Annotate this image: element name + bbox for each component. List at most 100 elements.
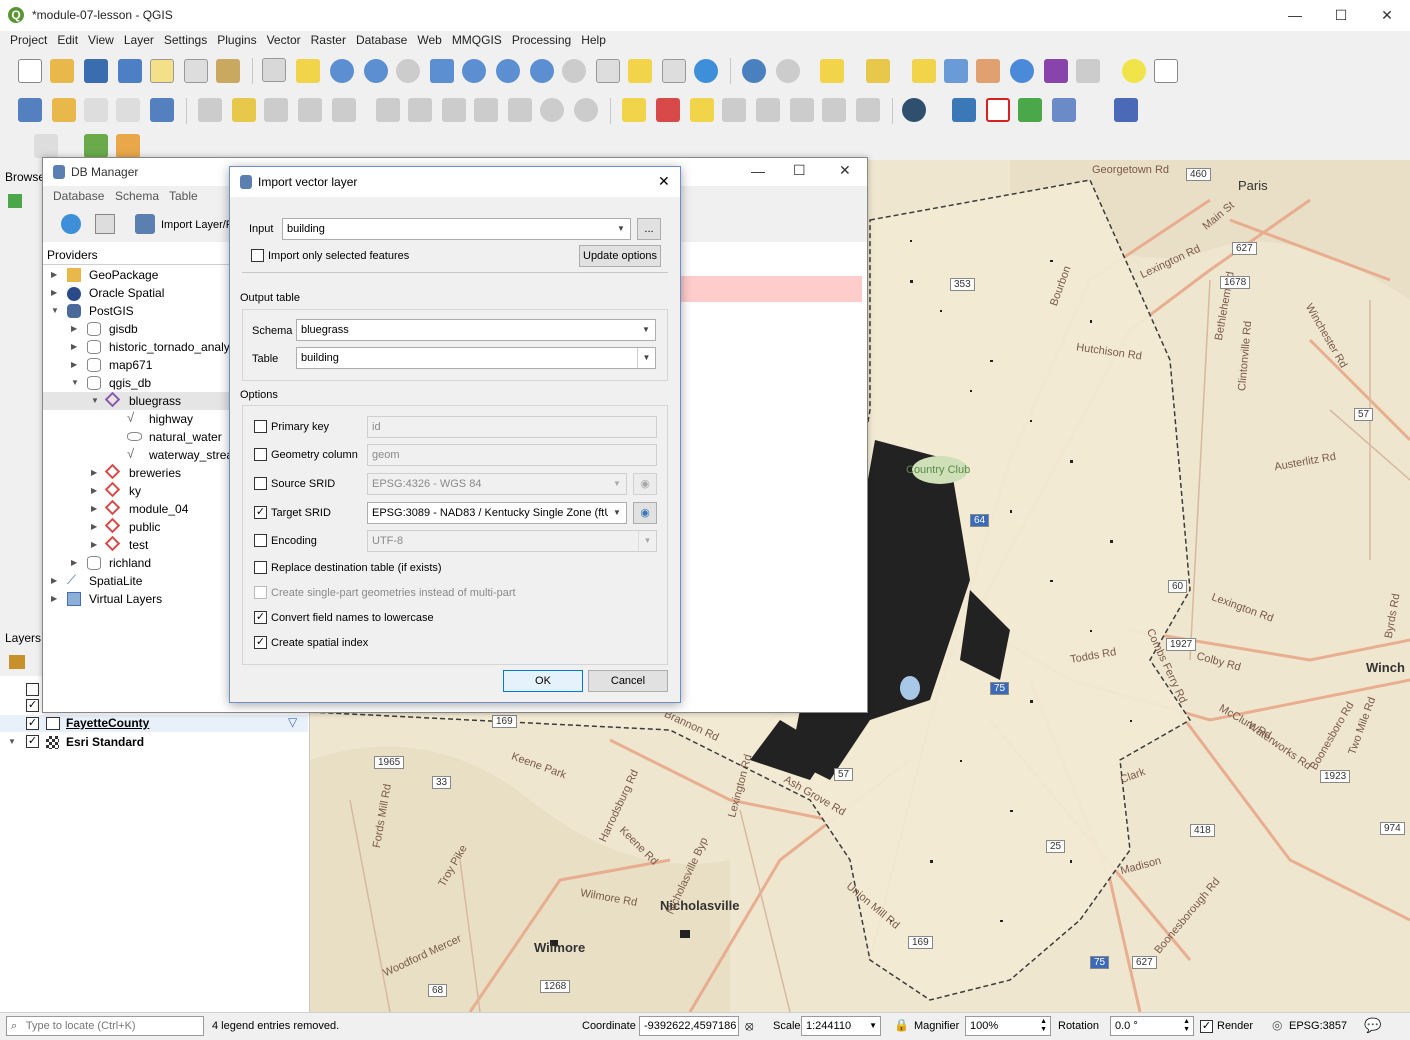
plugin-a-icon[interactable]: [84, 134, 108, 158]
tree-item-qgis-db[interactable]: ▼ qgis_db: [43, 374, 231, 392]
pan-to-selection-icon[interactable]: [296, 59, 320, 83]
layout-manager-icon[interactable]: [184, 59, 208, 83]
bookmark-icon[interactable]: [662, 59, 686, 83]
temporal-controller-icon[interactable]: [628, 59, 652, 83]
maximize-button[interactable]: ☐: [1318, 0, 1364, 31]
save-edits-icon[interactable]: [264, 98, 288, 122]
vertex-tool-icon[interactable]: [332, 98, 356, 122]
update-options-button[interactable]: Update options: [579, 245, 661, 267]
deselect-icon[interactable]: [912, 59, 936, 83]
ok-button[interactable]: OK: [503, 670, 583, 692]
move-label-icon[interactable]: [756, 98, 780, 122]
tree-item-virtual-layers[interactable]: ▶ Virtual Layers: [43, 590, 231, 608]
help-icon[interactable]: [1114, 98, 1138, 122]
layer-row-fayettecounty[interactable]: ✓ FayetteCounty ▽: [0, 715, 308, 732]
menu-project[interactable]: Project: [5, 31, 52, 47]
data-source-manager-icon[interactable]: [18, 98, 42, 122]
encoding-checkbox[interactable]: [254, 534, 267, 547]
style-layer-icon[interactable]: [9, 655, 25, 669]
menu-raster[interactable]: Raster: [306, 31, 351, 47]
save-project-icon[interactable]: [84, 59, 108, 83]
browse-button[interactable]: ...: [637, 218, 661, 240]
pin-labels-icon[interactable]: [690, 98, 714, 122]
add-selected-icon[interactable]: [8, 194, 22, 208]
menu-mmqgis[interactable]: MMQGIS: [447, 31, 507, 47]
zoom-native-icon[interactable]: [396, 59, 420, 83]
style-manager-icon[interactable]: [216, 59, 240, 83]
cancel-button[interactable]: Cancel: [588, 670, 668, 692]
crs-button[interactable]: EPSG:3857: [1289, 1020, 1347, 1032]
lock-scale-icon[interactable]: 🔒: [894, 1018, 909, 1032]
sql-window-icon[interactable]: [95, 214, 115, 234]
diagram-tool-icon[interactable]: [656, 98, 680, 122]
attribute-table-icon[interactable]: [944, 59, 968, 83]
menu-web[interactable]: Web: [412, 31, 446, 47]
lowercase-fields-checkbox[interactable]: ✓: [254, 611, 267, 624]
new-project-icon[interactable]: [18, 59, 42, 83]
pan-hand-icon[interactable]: [262, 58, 286, 82]
layer-row-esri-standard[interactable]: ▼ ✓ Esri Standard: [0, 733, 308, 751]
label-properties-icon[interactable]: [856, 98, 880, 122]
zoom-next-icon[interactable]: [562, 59, 586, 83]
label-tool-icon[interactable]: [622, 98, 646, 122]
extents-toggle-icon[interactable]: ⦻: [745, 1018, 754, 1034]
menu-help[interactable]: Help: [576, 31, 611, 47]
cut-features-icon[interactable]: [442, 98, 466, 122]
measure-icon[interactable]: [1076, 59, 1100, 83]
tree-item-bluegrass[interactable]: ▼ bluegrass: [43, 391, 231, 410]
tree-item-map671[interactable]: ▶ map671: [43, 356, 231, 374]
python-console-icon[interactable]: [952, 98, 976, 122]
layer-checkbox[interactable]: [26, 683, 39, 696]
undo-icon[interactable]: [540, 98, 564, 122]
zoom-last-icon[interactable]: [530, 59, 554, 83]
select-by-value-icon[interactable]: [866, 59, 890, 83]
rotate-label-icon[interactable]: [790, 98, 814, 122]
db-close-button[interactable]: ✕: [839, 162, 851, 179]
import-layer-button[interactable]: Import Layer/F: [161, 219, 233, 231]
primary-key-field[interactable]: id: [367, 416, 657, 438]
add-feature-icon[interactable]: [298, 98, 322, 122]
menu-vector[interactable]: Vector: [262, 31, 306, 47]
digitizing-icon[interactable]: [34, 134, 58, 158]
close-button[interactable]: ✕: [1364, 0, 1410, 31]
layer-checkbox[interactable]: ✓: [26, 699, 39, 712]
processing-toolbox-icon[interactable]: [1010, 59, 1034, 83]
minimize-button[interactable]: —: [1272, 0, 1318, 31]
source-crs-selector-button[interactable]: ◉: [633, 473, 657, 495]
redo-icon[interactable]: [574, 98, 598, 122]
encoding-combo[interactable]: UTF-8 ▼: [367, 530, 657, 552]
layer-visible-checkbox[interactable]: ✓: [26, 735, 39, 748]
single-part-checkbox[interactable]: [254, 586, 267, 599]
scale-combo[interactable]: 1:244110 ▼: [801, 1016, 881, 1036]
new-shapefile-icon[interactable]: [84, 98, 108, 122]
add-layer-plugin-icon[interactable]: [1052, 98, 1076, 122]
tree-item-test[interactable]: ▶ test: [43, 535, 231, 554]
save-as-icon[interactable]: [118, 59, 142, 83]
source-srid-combo[interactable]: EPSG:4326 - WGS 84 ▼: [367, 473, 627, 495]
schema-combo[interactable]: bluegrass ▼: [296, 319, 656, 341]
geometry-column-checkbox[interactable]: [254, 448, 267, 461]
show-hide-labels-icon[interactable]: [722, 98, 746, 122]
db-maximize-button[interactable]: ☐: [793, 162, 806, 179]
menu-settings[interactable]: Settings: [159, 31, 212, 47]
zoom-out-icon[interactable]: [364, 59, 388, 83]
tree-item-richland[interactable]: ▶ richland: [43, 554, 231, 572]
geometry-column-field[interactable]: geom: [367, 444, 657, 466]
tree-item-module-04[interactable]: ▶ module_04: [43, 499, 231, 518]
tree-item-waterway[interactable]: √ waterway_strea: [43, 446, 231, 464]
map-tips-icon[interactable]: [1122, 59, 1146, 83]
target-srid-checkbox[interactable]: ✓: [254, 506, 267, 519]
magnifier-spinbox[interactable]: 100% ▲ ▼: [965, 1016, 1051, 1036]
locator-search-input[interactable]: ⌕ Type to locate (Ctrl+K): [6, 1016, 204, 1036]
tree-item-spatialite[interactable]: ▶ ⟋ SpatiaLite: [43, 572, 231, 590]
tree-item-highway[interactable]: √ highway: [43, 410, 231, 428]
replace-table-checkbox[interactable]: [254, 561, 267, 574]
target-crs-selector-button[interactable]: ◉: [633, 502, 657, 524]
messages-icon[interactable]: 💬: [1364, 1017, 1381, 1034]
zoom-in-icon[interactable]: [330, 59, 354, 83]
menu-database[interactable]: Database: [351, 31, 412, 47]
network-plugin-icon[interactable]: [902, 98, 926, 122]
input-layer-combo[interactable]: building ▼: [282, 218, 631, 240]
new-virtual-layer-icon[interactable]: [150, 98, 174, 122]
render-checkbox[interactable]: ✓: [1200, 1020, 1213, 1033]
